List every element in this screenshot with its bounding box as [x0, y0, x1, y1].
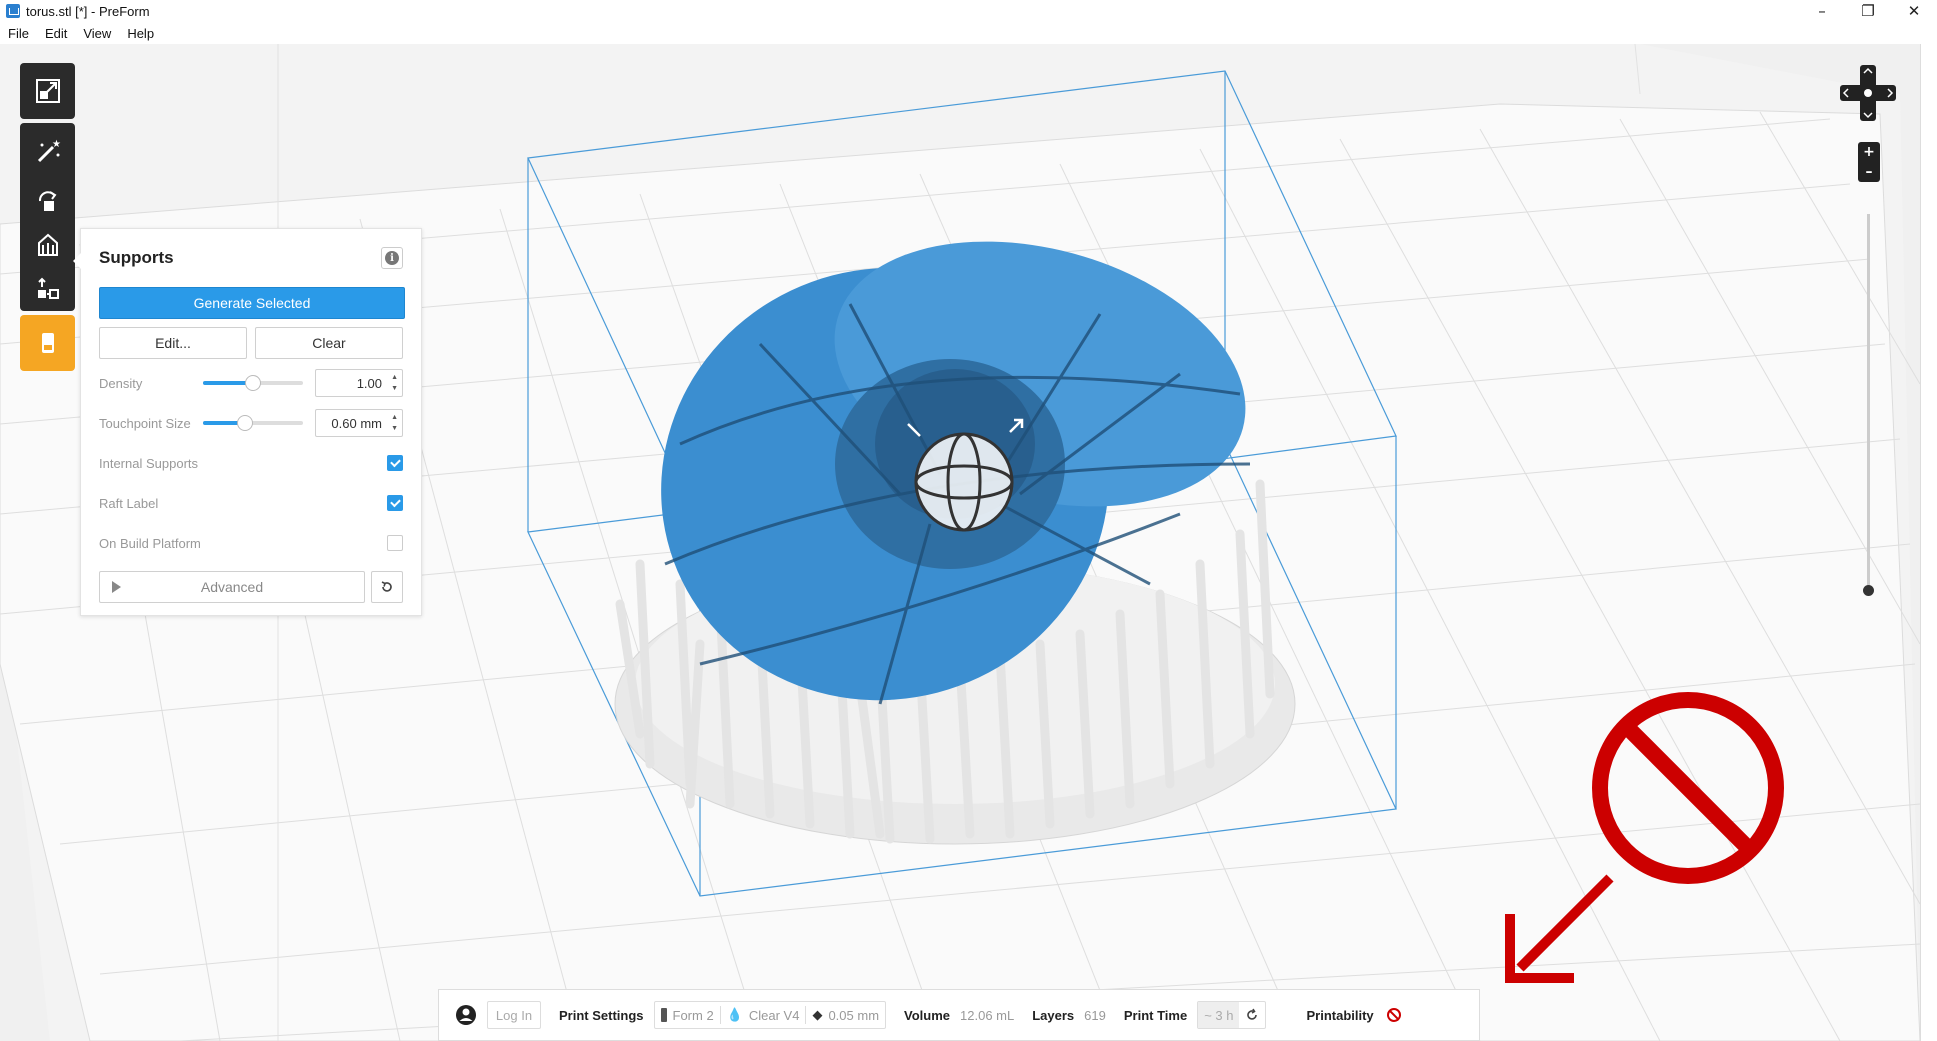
zoom-in-icon[interactable]: +	[1863, 144, 1875, 160]
print-settings-box[interactable]: Form 2 💧 Clear V4 ◆ 0.05 mm	[653, 1001, 887, 1029]
scale-icon[interactable]	[20, 63, 75, 119]
on-build-platform-label: On Build Platform	[99, 535, 201, 551]
clear-supports-button[interactable]: Clear	[255, 327, 403, 359]
right-scroll-area	[1920, 44, 1937, 1041]
touchpoint-size-input[interactable]: 0.60 mm ▲ ▼	[315, 409, 403, 437]
title-bar: torus.stl [*] - PreForm – ❐ ✕	[0, 0, 1937, 22]
left-toolbar: ★	[20, 63, 75, 371]
menu-view[interactable]: View	[75, 26, 119, 41]
restore-icon[interactable]: ❐	[1845, 0, 1891, 22]
info-icon[interactable]: i	[381, 247, 403, 269]
printer-icon	[660, 1008, 667, 1022]
layer-height-value: 0.05 mm	[828, 1007, 880, 1023]
status-bar: Log In Print Settings Form 2 💧 Clear V4 …	[438, 989, 1480, 1041]
touchpoint-size-label: Touchpoint Size	[99, 415, 191, 431]
menu-help[interactable]: Help	[119, 26, 162, 41]
volume-label: Volume	[904, 1007, 951, 1023]
zoom-out-icon[interactable]: –	[1866, 164, 1873, 180]
resin-value: Clear V4	[748, 1007, 800, 1023]
window-title: torus.stl [*] - PreForm	[26, 3, 150, 19]
raft-label-checkbox[interactable]	[387, 495, 403, 511]
user-icon[interactable]	[455, 1004, 477, 1026]
reset-icon[interactable]	[371, 571, 403, 603]
minimize-icon[interactable]: –	[1799, 0, 1845, 22]
layers-label: Layers	[1032, 1007, 1075, 1023]
printability-label: Printability	[1306, 1007, 1374, 1023]
volume-value: 12.06 mL	[960, 1007, 1015, 1023]
density-input[interactable]: 1.00 ▲ ▼	[315, 369, 403, 397]
panel-title: Supports	[99, 248, 174, 267]
edit-supports-button[interactable]: Edit...	[99, 327, 247, 359]
touchpoint-size-slider[interactable]	[203, 415, 303, 431]
printer-value: Form 2	[672, 1007, 714, 1023]
printability-warning-icon[interactable]	[1386, 1007, 1402, 1023]
resin-drop-icon: 💧	[726, 1007, 743, 1022]
camera-navigation-pad[interactable]	[1838, 63, 1898, 123]
on-build-platform-checkbox[interactable]	[387, 535, 403, 551]
supports-panel: Supports i Generate Selected Edit... Cle…	[73, 228, 422, 616]
menu-bar: File Edit View Help	[0, 22, 1937, 44]
print-icon[interactable]	[20, 315, 75, 371]
internal-supports-checkbox[interactable]	[387, 455, 403, 471]
print-settings-label: Print Settings	[559, 1007, 644, 1023]
supports-icon[interactable]	[20, 223, 75, 267]
menu-file[interactable]: File	[0, 26, 37, 41]
rotation-gizmo[interactable]	[914, 432, 1014, 532]
density-label: Density	[99, 375, 143, 391]
raft-label-label: Raft Label	[99, 495, 159, 511]
log-in-button[interactable]: Log In	[487, 1001, 541, 1029]
print-time-box: ~ 3 h	[1197, 1001, 1267, 1029]
generate-selected-button[interactable]: Generate Selected	[99, 287, 405, 319]
layers-value: 619	[1084, 1007, 1106, 1023]
internal-supports-label: Internal Supports	[99, 455, 199, 471]
zoom-control[interactable]: + –	[1858, 142, 1880, 182]
orientation-icon[interactable]	[20, 179, 75, 223]
refresh-icon[interactable]	[1239, 1008, 1265, 1022]
print-time-label: Print Time	[1123, 1007, 1188, 1023]
layout-icon[interactable]	[20, 267, 75, 311]
advanced-toggle[interactable]: Advanced	[99, 571, 365, 603]
close-icon[interactable]: ✕	[1891, 0, 1937, 22]
zoom-slider-track[interactable]	[1867, 214, 1870, 592]
menu-edit[interactable]: Edit	[37, 26, 75, 41]
print-time-value: ~ 3 h	[1198, 1002, 1240, 1028]
magic-wand-icon[interactable]: ★	[20, 123, 75, 179]
zoom-slider-handle[interactable]	[1863, 585, 1874, 596]
svg-text:★: ★	[52, 139, 61, 150]
density-slider[interactable]	[203, 375, 303, 391]
preform-app-icon	[6, 4, 20, 18]
layers-stack-icon: ◆	[812, 1007, 823, 1023]
